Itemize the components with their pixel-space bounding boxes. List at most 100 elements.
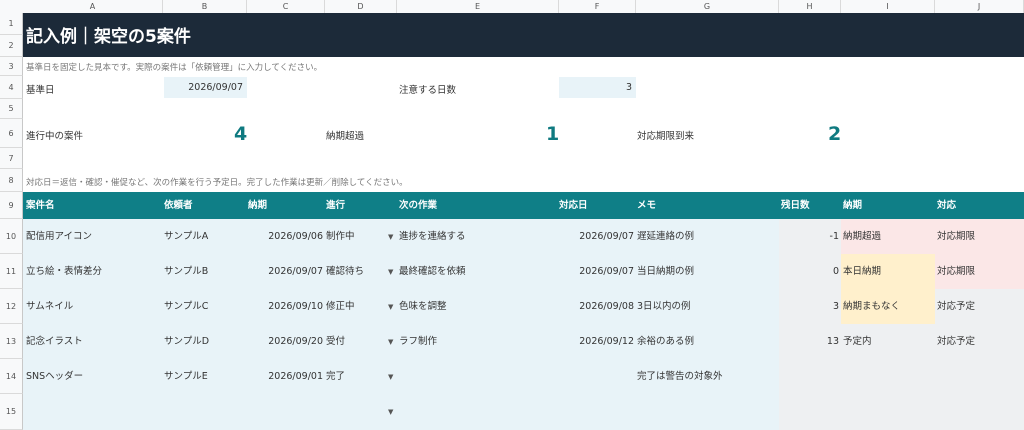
column-header-g[interactable]: G <box>636 0 779 13</box>
column-header-c[interactable]: C <box>247 0 325 13</box>
row1-due-status[interactable]: 納期超過 <box>843 219 881 254</box>
row3-name[interactable]: サムネイル <box>26 289 73 324</box>
row-header-6[interactable]: 6 <box>0 119 23 148</box>
row3-days[interactable]: 3 <box>779 289 839 324</box>
note-top[interactable]: 基準日を固定した見本です。実際の案件は「依頼管理」に入力してください。 <box>26 61 322 73</box>
column-header-h[interactable]: H <box>779 0 841 13</box>
row-header-11[interactable]: 11 <box>0 254 23 289</box>
row1-due[interactable]: 2026/09/06 <box>247 219 323 254</box>
row1-next[interactable]: 進捗を連絡する <box>399 219 466 254</box>
row3-action-date[interactable]: 2026/09/08 <box>559 289 634 324</box>
row5-progress[interactable]: 完了 <box>326 359 345 394</box>
row2-due-status[interactable]: 本日納期 <box>843 254 881 289</box>
row4-client[interactable]: サンプルD <box>164 324 209 359</box>
row4-name[interactable]: 記念イラスト <box>26 324 83 359</box>
th-due-status[interactable]: 納期 <box>843 192 862 219</box>
th-progress[interactable]: 進行 <box>326 192 345 219</box>
th-action-status[interactable]: 対応 <box>937 192 956 219</box>
row3-due-status[interactable]: 納期まもなく <box>843 289 900 324</box>
dropdown-arrow-icon[interactable]: ▼ <box>388 408 393 416</box>
dropdown-arrow-icon[interactable]: ▼ <box>388 303 393 311</box>
row4-memo[interactable]: 余裕のある例 <box>637 324 694 359</box>
row-header-2[interactable]: 2 <box>0 35 23 57</box>
row1-progress[interactable]: 制作中 <box>326 219 355 254</box>
dropdown-arrow-icon[interactable]: ▼ <box>388 338 393 346</box>
row2-action-date[interactable]: 2026/09/07 <box>559 254 634 289</box>
th-days[interactable]: 残日数 <box>781 192 810 219</box>
row4-action-date[interactable]: 2026/09/12 <box>559 324 634 359</box>
row2-memo[interactable]: 当日納期の例 <box>637 254 694 289</box>
row1-memo[interactable]: 遅延連絡の例 <box>637 219 694 254</box>
row3-client[interactable]: サンプルC <box>164 289 208 324</box>
row3-action-status[interactable]: 対応予定 <box>937 289 975 324</box>
stat-in-progress-label: 進行中の案件 <box>26 131 84 142</box>
th-client[interactable]: 依頼者 <box>164 192 193 219</box>
row5-due[interactable]: 2026/09/01 <box>247 359 323 394</box>
row1-action-date[interactable]: 2026/09/07 <box>559 219 634 254</box>
th-next[interactable]: 次の作業 <box>399 192 437 219</box>
warn-days-input[interactable]: 3 <box>559 77 636 98</box>
row2-name[interactable]: 立ち絵・表情差分 <box>26 254 102 289</box>
row2-progress[interactable]: 確認待ち <box>326 254 364 289</box>
column-header-i[interactable]: I <box>841 0 935 13</box>
stat-overdue-value: 1 <box>546 123 560 145</box>
row1-action-status[interactable]: 対応期限 <box>937 219 975 254</box>
column-header-b[interactable]: B <box>163 0 247 13</box>
row-header-9[interactable]: 9 <box>0 192 23 219</box>
dropdown-arrow-icon[interactable]: ▼ <box>388 233 393 241</box>
row4-next[interactable]: ラフ制作 <box>399 324 437 359</box>
row2-days[interactable]: 0 <box>779 254 839 289</box>
row3-due[interactable]: 2026/09/10 <box>247 289 323 324</box>
th-action-date[interactable]: 対応日 <box>559 192 588 219</box>
row1-days[interactable]: -1 <box>779 219 839 254</box>
row4-action-status[interactable]: 対応予定 <box>937 324 975 359</box>
dropdown-arrow-icon[interactable]: ▼ <box>388 373 393 381</box>
row5-client[interactable]: サンプルE <box>164 359 208 394</box>
row2-due[interactable]: 2026/09/07 <box>247 254 323 289</box>
row-header-7[interactable]: 7 <box>0 148 23 169</box>
row3-next[interactable]: 色味を調整 <box>399 289 447 324</box>
row1-client[interactable]: サンプルA <box>164 219 208 254</box>
row4-progress[interactable]: 受付 <box>326 324 345 359</box>
th-memo[interactable]: メモ <box>637 192 656 219</box>
column-header-a[interactable]: A <box>23 0 163 13</box>
row4-due[interactable]: 2026/09/20 <box>247 324 323 359</box>
row-header-1[interactable]: 1 <box>0 13 23 35</box>
row-header-10[interactable]: 10 <box>0 219 23 254</box>
column-header-j[interactable]: J <box>935 0 1024 13</box>
row2-action-status[interactable]: 対応期限 <box>937 254 975 289</box>
stat-due-value: 2 <box>828 123 842 145</box>
dropdown-arrow-icon[interactable]: ▼ <box>388 268 393 276</box>
row4-due-status[interactable]: 予定内 <box>843 324 872 359</box>
th-due[interactable]: 納期 <box>248 192 267 219</box>
row-header-4[interactable]: 4 <box>0 76 23 99</box>
row2-next[interactable]: 最終確認を依頼 <box>399 254 466 289</box>
spreadsheet: A B C D E F G H I J 1 2 3 4 5 6 7 8 9 10… <box>0 0 1024 430</box>
sheet-title[interactable]: 記入例｜架空の5案件 <box>26 22 191 47</box>
row-header-12[interactable]: 12 <box>0 289 23 324</box>
row-header-13[interactable]: 13 <box>0 324 23 359</box>
row3-memo[interactable]: 3日以内の例 <box>637 289 691 324</box>
base-date-input[interactable]: 2026/09/07 <box>164 77 247 98</box>
row-header-5[interactable]: 5 <box>0 99 23 119</box>
warn-days-label[interactable]: 注意する日数 <box>399 82 456 96</box>
column-header-bar: A B C D E F G H I J <box>0 0 1024 14</box>
row1-name[interactable]: 配信用アイコン <box>26 219 92 254</box>
row-header-14[interactable]: 14 <box>0 359 23 394</box>
th-name[interactable]: 案件名 <box>26 192 55 219</box>
stat-in-progress-value: 4 <box>234 123 248 145</box>
note-mid[interactable]: 対応日＝返信・確認・催促など、次の作業を行う予定日。完了した作業は更新／削除して… <box>26 176 408 188</box>
column-header-e[interactable]: E <box>397 0 559 13</box>
base-date-label[interactable]: 基準日 <box>26 82 55 96</box>
stat-overdue-label: 納期超過 <box>326 131 365 142</box>
row-header-8[interactable]: 8 <box>0 169 23 192</box>
row5-name[interactable]: SNSヘッダー <box>26 359 83 394</box>
row-header-3[interactable]: 3 <box>0 57 23 76</box>
row-header-15[interactable]: 15 <box>0 394 23 430</box>
column-header-f[interactable]: F <box>559 0 636 13</box>
row5-memo[interactable]: 完了は警告の対象外 <box>637 359 723 394</box>
row3-progress[interactable]: 修正中 <box>326 289 355 324</box>
row2-client[interactable]: サンプルB <box>164 254 208 289</box>
row4-days[interactable]: 13 <box>779 324 839 359</box>
column-header-d[interactable]: D <box>325 0 397 13</box>
